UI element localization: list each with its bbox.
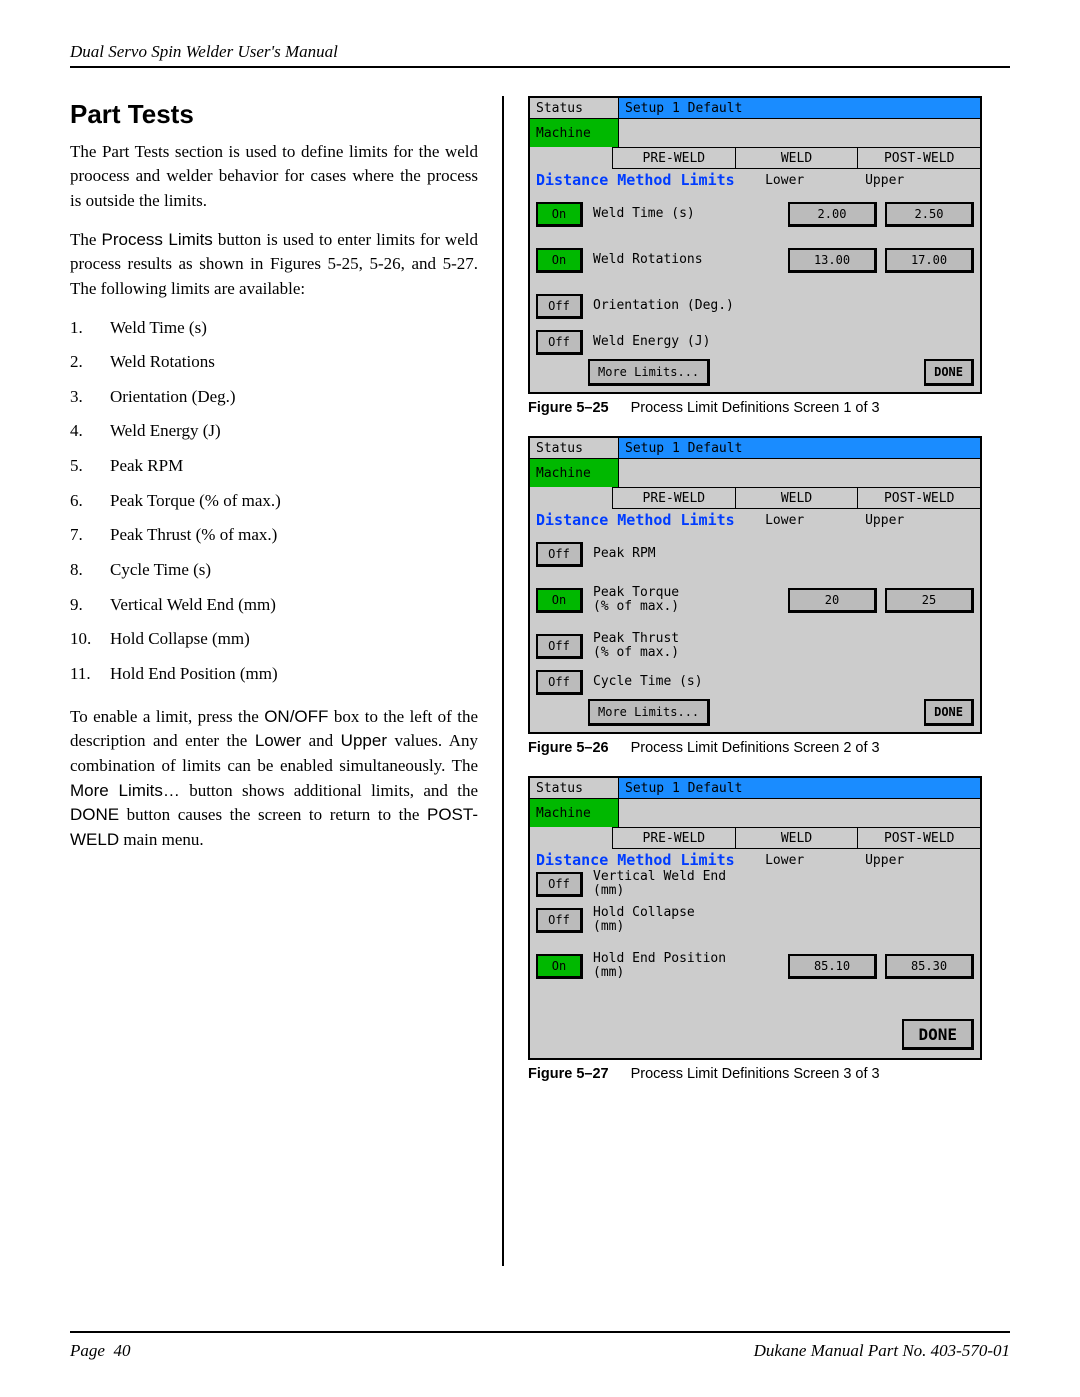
lower-input[interactable]: 20 (788, 588, 877, 613)
done-button[interactable]: DONE (924, 699, 974, 726)
status-button[interactable]: Status (530, 98, 619, 118)
more-limits-button[interactable]: More Limits... (588, 359, 710, 386)
toggle-vertical-weld-end[interactable]: Off (536, 872, 583, 897)
row-label: Hold Collapse (mm) (593, 906, 974, 935)
machine-button[interactable]: Machine (530, 799, 619, 827)
right-column: Status Setup 1 Default Machine PRE-WELD … (528, 96, 1010, 1266)
toggle-peak-thrust[interactable]: Off (536, 634, 583, 659)
figure-5-26: Status Setup 1 Default Machine PRE-WELD … (528, 436, 1010, 756)
row-label: Weld Energy (J) (593, 335, 974, 349)
toggle-weld-energy[interactable]: Off (536, 330, 583, 355)
lower-input[interactable]: 85.10 (788, 954, 877, 979)
upper-header: Upper (835, 853, 935, 868)
tab-weld[interactable]: WELD (736, 827, 859, 849)
list-item: 4.Weld Energy (J) (70, 419, 478, 444)
page-number: Page 40 (70, 1341, 130, 1361)
para-1: The Part Tests section is used to define… (70, 140, 478, 214)
figure-5-25: Status Setup 1 Default Machine PRE-WELD … (528, 96, 1010, 416)
para-3: To enable a limit, press the ON/OFF box … (70, 705, 478, 853)
limits-heading: Distance Method Limits (536, 511, 735, 529)
left-column: Part Tests The Part Tests section is use… (70, 96, 478, 1266)
upper-input[interactable]: 2.50 (885, 202, 974, 227)
tab-pre-weld[interactable]: PRE-WELD (613, 147, 736, 169)
tab-post-weld[interactable]: POST-WELD (858, 827, 980, 849)
list-item: 1.Weld Time (s) (70, 316, 478, 341)
machine-button[interactable]: Machine (530, 459, 619, 487)
limits-heading: Distance Method Limits (536, 171, 735, 189)
lower-header: Lower (735, 513, 835, 528)
limits-list: 1.Weld Time (s) 2.Weld Rotations 3.Orien… (70, 316, 478, 687)
screen-3: Status Setup 1 Default Machine PRE-WELD … (528, 776, 982, 1060)
row-label: Vertical Weld End (mm) (593, 870, 974, 899)
tab-post-weld[interactable]: POST-WELD (858, 487, 980, 509)
row-label: Peak Thrust (% of max.) (593, 632, 974, 661)
tab-pre-weld[interactable]: PRE-WELD (613, 827, 736, 849)
row-label: Hold End Position (mm) (593, 952, 780, 981)
screen-1: Status Setup 1 Default Machine PRE-WELD … (528, 96, 982, 394)
machine-button[interactable]: Machine (530, 119, 619, 147)
manual-part-no: Dukane Manual Part No. 403-570-01 (754, 1341, 1010, 1361)
toggle-weld-rotations[interactable]: On (536, 248, 583, 273)
toggle-peak-rpm[interactable]: Off (536, 542, 583, 567)
column-divider (502, 96, 504, 1266)
page-footer: Page 40 Dukane Manual Part No. 403-570-0… (70, 1331, 1010, 1361)
row-label: Peak Torque (% of max.) (593, 586, 780, 615)
list-item: 11.Hold End Position (mm) (70, 662, 478, 687)
figure-caption: Figure 5–25Process Limit Definitions Scr… (528, 400, 1010, 416)
setup-label: Setup 1 Default (619, 438, 980, 458)
tab-weld[interactable]: WELD (736, 487, 859, 509)
figure-caption: Figure 5–27Process Limit Definitions Scr… (528, 1066, 1010, 1082)
toggle-peak-torque[interactable]: On (536, 588, 583, 613)
row-label: Orientation (Deg.) (593, 299, 974, 313)
list-item: 3.Orientation (Deg.) (70, 385, 478, 410)
row-label: Cycle Time (s) (593, 675, 974, 689)
toggle-cycle-time[interactable]: Off (536, 670, 583, 695)
row-label: Weld Time (s) (593, 207, 780, 221)
manual-title: Dual Servo Spin Welder User's Manual (70, 42, 338, 61)
upper-input[interactable]: 17.00 (885, 248, 974, 273)
figure-5-27: Status Setup 1 Default Machine PRE-WELD … (528, 776, 1010, 1082)
para-2: The Process Limits button is used to ent… (70, 228, 478, 302)
page-header: Dual Servo Spin Welder User's Manual (70, 42, 1010, 68)
lower-header: Lower (735, 173, 835, 188)
limits-heading: Distance Method Limits (536, 851, 735, 869)
section-title: Part Tests (70, 96, 478, 134)
list-item: 6.Peak Torque (% of max.) (70, 489, 478, 514)
done-button[interactable]: DONE (924, 359, 974, 386)
status-button[interactable]: Status (530, 778, 619, 798)
list-item: 9.Vertical Weld End (mm) (70, 593, 478, 618)
figure-caption: Figure 5–26Process Limit Definitions Scr… (528, 740, 1010, 756)
list-item: 2.Weld Rotations (70, 350, 478, 375)
done-button[interactable]: DONE (902, 1019, 974, 1050)
upper-header: Upper (835, 173, 935, 188)
tab-post-weld[interactable]: POST-WELD (858, 147, 980, 169)
list-item: 5.Peak RPM (70, 454, 478, 479)
tab-weld[interactable]: WELD (736, 147, 859, 169)
status-button[interactable]: Status (530, 438, 619, 458)
screen-2: Status Setup 1 Default Machine PRE-WELD … (528, 436, 982, 734)
upper-header: Upper (835, 513, 935, 528)
upper-input[interactable]: 25 (885, 588, 974, 613)
toggle-orientation[interactable]: Off (536, 294, 583, 319)
row-label: Weld Rotations (593, 253, 780, 267)
toggle-hold-end-position[interactable]: On (536, 954, 583, 979)
list-item: 8.Cycle Time (s) (70, 558, 478, 583)
upper-input[interactable]: 85.30 (885, 954, 974, 979)
lower-header: Lower (735, 853, 835, 868)
toggle-weld-time[interactable]: On (536, 202, 583, 227)
lower-input[interactable]: 2.00 (788, 202, 877, 227)
lower-input[interactable]: 13.00 (788, 248, 877, 273)
setup-label: Setup 1 Default (619, 778, 980, 798)
tab-pre-weld[interactable]: PRE-WELD (613, 487, 736, 509)
toggle-hold-collapse[interactable]: Off (536, 908, 583, 933)
more-limits-button[interactable]: More Limits... (588, 699, 710, 726)
list-item: 10.Hold Collapse (mm) (70, 627, 478, 652)
list-item: 7.Peak Thrust (% of max.) (70, 523, 478, 548)
row-label: Peak RPM (593, 547, 974, 561)
setup-label: Setup 1 Default (619, 98, 980, 118)
